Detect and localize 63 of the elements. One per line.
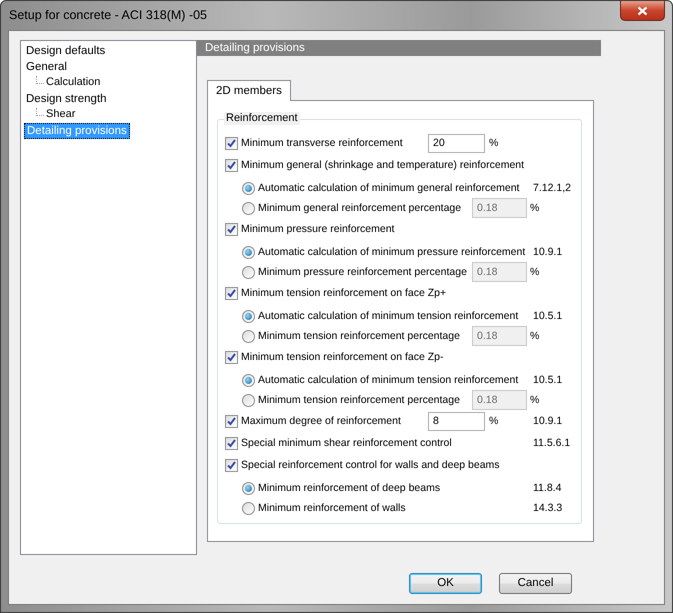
radio-button[interactable]: [242, 502, 255, 514]
radio-button[interactable]: [242, 310, 255, 322]
tree-connector: [36, 76, 44, 84]
reference-label: 7.12.1,2: [533, 182, 572, 194]
group-title: Reinforcement: [224, 112, 300, 126]
checkbox[interactable]: [225, 414, 238, 428]
option-label: Minimum transverse reinforcement: [241, 136, 404, 150]
unit-label: %: [489, 136, 498, 150]
tab[interactable]: 2D members: [207, 80, 291, 101]
panel-header: Detailing provisions: [197, 40, 601, 56]
radio-button[interactable]: [242, 182, 255, 194]
checkbox[interactable]: [225, 350, 238, 364]
input-field[interactable]: 20: [428, 134, 485, 152]
unit-label: %: [530, 394, 540, 406]
unit-label: %: [489, 414, 498, 428]
reference-label: 11.5.6.1: [533, 436, 572, 450]
option-label: Special reinforcement control for walls and deep beams: [241, 458, 500, 472]
checkbox[interactable]: [225, 222, 238, 236]
reference-label: 11.8.4: [533, 482, 562, 494]
option-label: Minimum tension reinforcement on face Zp-: [241, 350, 444, 364]
unit-label: %: [530, 202, 540, 214]
reference-label: 14.3.3: [533, 502, 564, 514]
option-label: Minimum tension reinforcement percentage: [258, 330, 461, 342]
checkbox[interactable]: [225, 136, 238, 150]
unit-label: %: [530, 266, 540, 278]
option-label: Maximum degree of reinforcement: [241, 414, 402, 428]
dialog-button[interactable]: OK: [409, 573, 482, 594]
checkbox[interactable]: [225, 458, 238, 472]
option-label: Minimum pressure reinforcement percentage: [258, 266, 468, 278]
reference-label: 10.5.1: [533, 310, 564, 322]
option-label: Automatic calculation of minimum general reinforcement: [258, 182, 520, 194]
option-label: Minimum general (shrinkage and temperature) reinforcement: [241, 158, 524, 172]
tree-item[interactable]: General: [26, 61, 67, 73]
tree-item[interactable]: Design strength: [26, 93, 107, 105]
checkbox[interactable]: [225, 158, 238, 172]
tree-item[interactable]: Design defaults: [26, 45, 106, 57]
tree-item[interactable]: Shear: [46, 108, 76, 122]
radio-button[interactable]: [242, 246, 255, 258]
checkbox[interactable]: [225, 436, 238, 450]
option-label: Minimum tension reinforcement on face Zp+: [241, 286, 446, 300]
option-label: Minimum reinforcement of deep beams: [258, 482, 440, 494]
reference-label: 10.9.1: [533, 414, 564, 428]
option-label: Automatic calculation of minimum tension reinforcement: [258, 310, 518, 322]
reference-label: 10.9.1: [533, 246, 564, 258]
close-button[interactable]: [620, 1, 665, 21]
input-field[interactable]: 8: [428, 412, 485, 430]
option-label: Special minimum shear reinforcement control: [241, 436, 452, 450]
option-label: Minimum reinforcement of walls: [258, 502, 406, 514]
checkbox[interactable]: [225, 286, 238, 300]
reference-label: 10.5.1: [533, 374, 564, 386]
unit-label: %: [530, 330, 540, 342]
dialog-button[interactable]: Cancel: [499, 573, 572, 594]
option-label: Automatic calculation of minimum pressure reinforcement: [258, 246, 526, 258]
option-label: Automatic calculation of minimum tension reinforcement: [258, 374, 518, 386]
radio-button[interactable]: [242, 374, 255, 386]
option-label: Minimum general reinforcement percentage: [258, 202, 462, 214]
tree-connector: [36, 108, 44, 116]
window-title: Setup for concrete - ACI 318(M) -05: [9, 8, 208, 23]
radio-button[interactable]: [242, 482, 255, 494]
option-label: Minimum pressure reinforcement: [241, 222, 394, 236]
close-icon: [637, 6, 648, 16]
option-label: Minimum tension reinforcement percentage: [258, 394, 461, 406]
tree-item[interactable]: Calculation: [46, 76, 100, 90]
